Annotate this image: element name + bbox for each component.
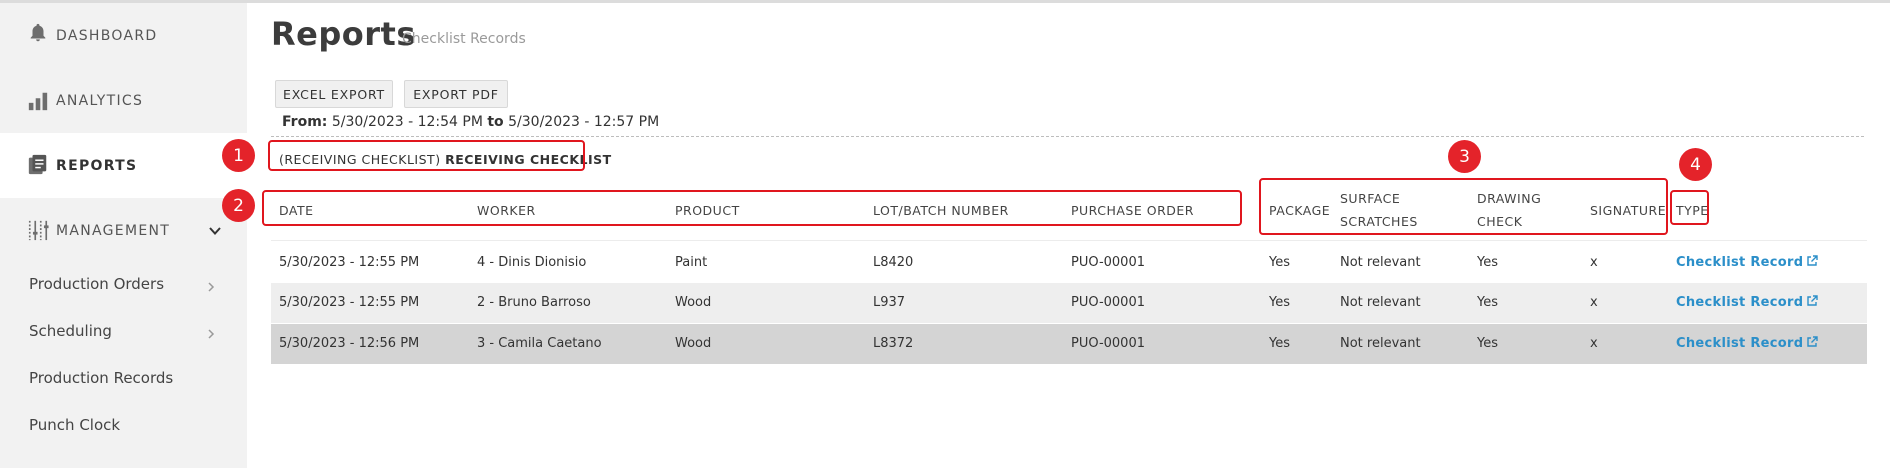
annotation-badge-2: 2 [222, 189, 255, 222]
link-label: Checklist Record [1676, 255, 1804, 270]
cell-product: Paint [675, 255, 708, 270]
chevron-right-icon [208, 329, 215, 339]
sidebar-subitem-label: Production Orders [29, 275, 165, 293]
cell-product: Wood [675, 336, 712, 351]
cell-package: Yes [1269, 336, 1290, 351]
sidebar-subitem-scheduling[interactable]: Scheduling [29, 322, 112, 340]
annotation-box-checklist-title [268, 140, 585, 171]
cell-drawing-check: Yes [1477, 336, 1498, 351]
sidebar-item-analytics[interactable]: ANALYTICS [0, 68, 247, 133]
page-subtitle: Checklist Records [402, 31, 526, 47]
export-pdf-button[interactable]: EXPORT PDF [404, 80, 508, 108]
cell-signature: x [1590, 295, 1598, 310]
sidebar-subitem-production-orders[interactable]: Production Orders [29, 275, 164, 293]
annotation-badge-4: 4 [1679, 148, 1712, 181]
link-label: Checklist Record [1676, 336, 1804, 351]
annotation-box-checklist-columns [1259, 178, 1668, 235]
table-row[interactable]: 5/30/2023 - 12:55 PM 4 - Dinis Dionisio … [271, 243, 1867, 283]
cell-package: Yes [1269, 295, 1290, 310]
sidebar-item-label: REPORTS [56, 157, 138, 174]
checklist-record-link[interactable]: Checklist Record [1676, 295, 1819, 310]
checklist-record-link[interactable]: Checklist Record [1676, 255, 1819, 270]
cell-lot: L8372 [873, 336, 914, 351]
to-value: 5/30/2023 - 12:57 PM [508, 114, 660, 130]
link-label: Checklist Record [1676, 295, 1804, 310]
cell-signature: x [1590, 255, 1598, 270]
chevron-down-icon[interactable] [208, 224, 222, 238]
cell-purchase-order: PUO-00001 [1071, 255, 1145, 270]
sliders-icon [28, 220, 49, 241]
bar-chart-icon [28, 92, 48, 111]
cell-surface-scratches: Not relevant [1340, 255, 1421, 270]
cell-package: Yes [1269, 255, 1290, 270]
sidebar-subitem-punch-clock[interactable]: Punch Clock [29, 416, 120, 434]
sidebar: DASHBOARD ANALYTICS REPORTS MANAGEMENT P… [0, 3, 247, 468]
sidebar-item-label: DASHBOARD [56, 27, 158, 44]
external-link-icon [1807, 295, 1819, 306]
external-link-icon [1807, 255, 1819, 266]
to-label: to [487, 114, 504, 130]
divider [271, 136, 1864, 137]
sidebar-item-label: MANAGEMENT [56, 222, 171, 239]
annotation-box-type-column [1670, 190, 1709, 225]
cell-lot: L937 [873, 295, 906, 310]
cell-drawing-check: Yes [1477, 295, 1498, 310]
cell-surface-scratches: Not relevant [1340, 336, 1421, 351]
annotation-badge-3: 3 [1448, 140, 1481, 173]
table-row[interactable]: 5/30/2023 - 12:56 PM 3 - Camila Caetano … [271, 324, 1867, 364]
sidebar-subitem-production-records[interactable]: Production Records [29, 369, 173, 387]
report-icon [28, 154, 47, 175]
external-link-icon [1807, 336, 1819, 347]
checklist-record-link[interactable]: Checklist Record [1676, 336, 1819, 351]
date-range: From: 5/30/2023 - 12:54 PM to 5/30/2023 … [282, 114, 659, 130]
annotation-badge-1: 1 [222, 139, 255, 172]
cell-surface-scratches: Not relevant [1340, 295, 1421, 310]
cell-date: 5/30/2023 - 12:55 PM [279, 295, 420, 310]
cell-purchase-order: PUO-00001 [1071, 295, 1145, 310]
cell-date: 5/30/2023 - 12:55 PM [279, 255, 420, 270]
from-label: From: [282, 114, 328, 130]
sidebar-subitem-label: Scheduling [29, 322, 112, 340]
header-divider [271, 240, 1867, 241]
cell-date: 5/30/2023 - 12:56 PM [279, 336, 420, 351]
sidebar-item-management[interactable]: MANAGEMENT [0, 198, 247, 263]
chevron-right-icon [208, 282, 215, 292]
sidebar-item-dashboard[interactable]: DASHBOARD [0, 3, 247, 68]
cell-worker: 3 - Camila Caetano [477, 336, 602, 351]
annotation-box-base-columns [262, 190, 1242, 226]
cell-worker: 4 - Dinis Dionisio [477, 255, 587, 270]
cell-lot: L8420 [873, 255, 914, 270]
cell-drawing-check: Yes [1477, 255, 1498, 270]
cell-worker: 2 - Bruno Barroso [477, 295, 591, 310]
table-row[interactable]: 5/30/2023 - 12:55 PM 2 - Bruno Barroso W… [271, 283, 1867, 323]
sidebar-subitem-label: Punch Clock [29, 416, 121, 434]
sidebar-item-label: ANALYTICS [56, 92, 144, 109]
sidebar-item-reports[interactable]: REPORTS [0, 133, 247, 198]
cell-signature: x [1590, 336, 1598, 351]
main-content: Reports Checklist Records EXCEL EXPORT E… [222, 3, 1890, 468]
cell-product: Wood [675, 295, 712, 310]
sidebar-subitem-label: Production Records [29, 369, 174, 387]
from-value: 5/30/2023 - 12:54 PM [331, 114, 483, 130]
bell-icon [30, 23, 46, 42]
cell-purchase-order: PUO-00001 [1071, 336, 1145, 351]
excel-export-button[interactable]: EXCEL EXPORT [275, 80, 393, 108]
page-title: Reports [271, 15, 416, 53]
